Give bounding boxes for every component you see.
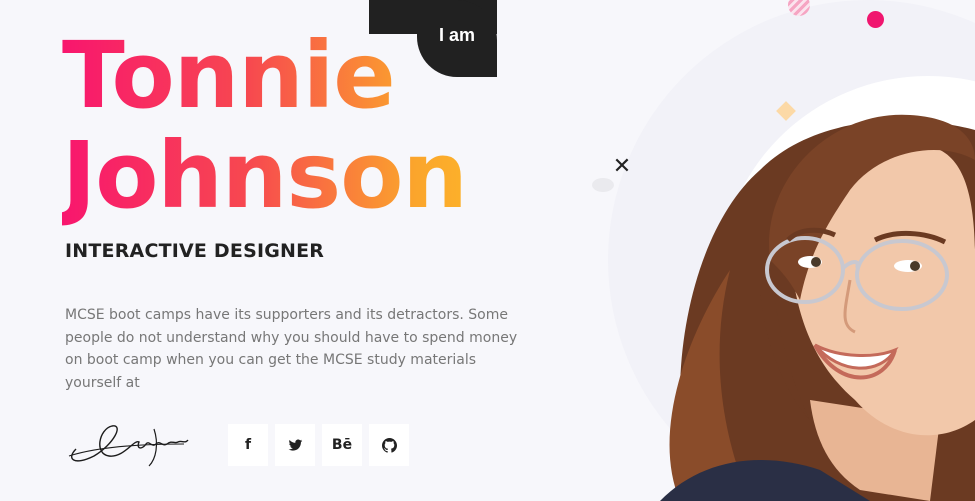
portrait-image xyxy=(660,114,975,501)
behance-button[interactable]: Bē xyxy=(322,424,362,466)
x-shadow-decoration xyxy=(592,178,614,192)
hero-section: ✕ I am Tonnie Johnson xyxy=(0,0,975,501)
twitter-button[interactable] xyxy=(275,424,315,466)
first-name: Tonnie xyxy=(62,22,395,129)
behance-icon: Bē xyxy=(331,437,353,453)
last-name: Johnson xyxy=(62,122,467,229)
github-icon xyxy=(381,437,397,453)
role-title: INTERACTIVE DESIGNER xyxy=(65,240,325,262)
facebook-button[interactable]: f xyxy=(228,424,268,466)
twitter-icon xyxy=(288,438,302,451)
signature-image xyxy=(68,425,189,467)
facebook-icon: f xyxy=(244,437,252,453)
x-decoration-icon: ✕ xyxy=(612,154,632,179)
hero-description: MCSE boot camps have its supporters and … xyxy=(65,307,518,391)
hero-name: Tonnie Johnson xyxy=(62,26,532,226)
github-button[interactable] xyxy=(369,424,409,466)
social-links: f Bē xyxy=(228,424,409,466)
pink-dot-decoration xyxy=(867,11,884,28)
